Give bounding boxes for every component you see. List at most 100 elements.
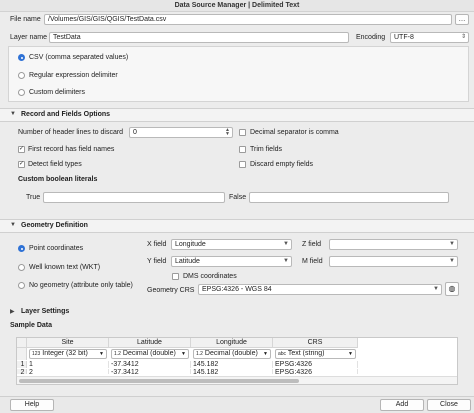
encoding-combo[interactable]: UTF-8 ⇕ bbox=[390, 32, 469, 43]
radio-point-coordinates[interactable] bbox=[18, 245, 25, 252]
type-combo[interactable]: 123 Integer (32 bit) ▼ bbox=[29, 349, 107, 359]
true-literal-input[interactable] bbox=[43, 192, 225, 203]
sample-data-title: Sample Data bbox=[10, 322, 53, 329]
y-field-combo[interactable]: Latitude ▼ bbox=[171, 256, 292, 267]
crs-selector-globe-icon[interactable]: ◍ bbox=[445, 282, 459, 296]
chevron-down-icon: ▼ bbox=[99, 351, 104, 357]
geometry-section-title: Geometry Definition bbox=[21, 222, 88, 229]
chevron-down-icon: ▼ bbox=[181, 351, 186, 357]
table-cell: 1 bbox=[27, 361, 109, 368]
collapse-triangle-icon[interactable]: ▼ bbox=[10, 222, 16, 228]
column-header[interactable]: Site bbox=[27, 338, 109, 348]
x-field-combo[interactable]: Longitude ▼ bbox=[171, 239, 292, 250]
scrollbar-thumb[interactable] bbox=[19, 379, 299, 383]
column-header[interactable]: Longitude bbox=[191, 338, 273, 348]
true-label: True bbox=[26, 194, 41, 201]
detect-types-checkbox[interactable]: ✓ bbox=[18, 161, 25, 168]
help-button[interactable]: Help bbox=[10, 399, 54, 411]
y-field-label: Y field bbox=[147, 258, 167, 265]
z-field-label: Z field bbox=[302, 241, 322, 248]
column-header[interactable]: Latitude bbox=[109, 338, 191, 348]
window-title: Data Source Manager | Delimited Text bbox=[0, 0, 474, 12]
expand-triangle-icon[interactable]: ▶ bbox=[10, 308, 15, 315]
add-button[interactable]: Add bbox=[380, 399, 424, 411]
dms-checkbox[interactable] bbox=[172, 273, 179, 280]
encoding-value: UTF-8 bbox=[394, 34, 414, 41]
decimal-type-icon: 1.2 bbox=[196, 351, 203, 357]
table-corner bbox=[17, 338, 27, 348]
file-name-label: File name bbox=[10, 16, 41, 23]
type-label: Decimal (double) bbox=[122, 350, 176, 357]
type-combo[interactable]: 1.2 Decimal (double) ▼ bbox=[193, 349, 271, 359]
custom-label: Custom delimiters bbox=[29, 89, 86, 96]
radio-csv[interactable] bbox=[18, 54, 25, 61]
horizontal-scrollbar[interactable] bbox=[17, 376, 457, 384]
table-cell: 145.182 bbox=[191, 361, 273, 368]
csv-label: CSV (comma separated values) bbox=[29, 54, 129, 61]
close-button[interactable]: Close bbox=[427, 399, 471, 411]
chevron-down-icon: ▼ bbox=[263, 351, 268, 357]
geometry-crs-label: Geometry CRS bbox=[147, 287, 195, 294]
type-combo[interactable]: abc Text (string) ▼ bbox=[275, 349, 356, 359]
type-combo[interactable]: 1.2 Decimal (double) ▼ bbox=[111, 349, 189, 359]
encoding-label: Encoding bbox=[356, 34, 386, 41]
table-cell: EPSG:4326 bbox=[273, 369, 358, 374]
radio-custom[interactable] bbox=[18, 89, 25, 96]
file-name-input[interactable]: /Volumes/GIS/GIS/QGIS/TestData.csv bbox=[44, 14, 452, 25]
type-label: Integer (32 bit) bbox=[42, 350, 88, 357]
x-field-value: Longitude bbox=[175, 241, 206, 248]
false-label: False bbox=[229, 194, 247, 201]
first-record-label: First record has field names bbox=[28, 146, 115, 153]
collapse-triangle-icon[interactable]: ▼ bbox=[10, 111, 16, 117]
crs-value: EPSG:4326 - WGS 84 bbox=[202, 286, 272, 293]
m-field-combo[interactable]: ▼ bbox=[329, 256, 458, 267]
crs-combo[interactable]: EPSG:4326 - WGS 84 ▼ bbox=[198, 284, 442, 295]
type-label: Text (string) bbox=[287, 350, 325, 357]
record-section-title: Record and Fields Options bbox=[21, 111, 111, 118]
chevron-down-icon: ▼ bbox=[449, 241, 455, 247]
table-cell: -37.3412 bbox=[109, 361, 191, 368]
chevron-down-icon: ▼ bbox=[283, 258, 289, 264]
integer-type-icon: 123 bbox=[32, 351, 41, 357]
table-cell: 2 bbox=[27, 369, 109, 374]
chevron-updown-icon: ⇕ bbox=[460, 34, 466, 40]
z-field-combo[interactable]: ▼ bbox=[329, 239, 458, 250]
m-field-label: M field bbox=[302, 258, 323, 265]
row-number: 1 bbox=[17, 361, 27, 368]
trim-fields-label: Trim fields bbox=[250, 146, 283, 153]
spin-arrows-icon[interactable]: ▲ ▼ bbox=[225, 128, 230, 137]
chevron-down-icon: ▼ bbox=[283, 241, 289, 247]
trim-fields-checkbox[interactable] bbox=[239, 146, 246, 153]
chevron-down-icon: ▼ bbox=[433, 286, 439, 292]
row-number: 2 bbox=[17, 369, 27, 374]
layer-name-label: Layer name bbox=[10, 34, 47, 41]
radio-wkt[interactable] bbox=[18, 264, 25, 271]
radio-no-geometry[interactable] bbox=[18, 282, 25, 289]
discard-empty-label: Discard empty fields bbox=[250, 161, 314, 168]
radio-regex[interactable] bbox=[18, 72, 25, 79]
layer-settings-title[interactable]: Layer Settings bbox=[21, 308, 69, 315]
header-lines-label: Number of header lines to discard bbox=[18, 129, 124, 136]
browse-button[interactable]: … bbox=[455, 14, 469, 25]
table-cell: EPSG:4326 bbox=[273, 361, 358, 368]
wkt-label: Well known text (WKT) bbox=[29, 264, 101, 271]
header-lines-spinbox[interactable]: 0 ▲ ▼ bbox=[129, 127, 233, 138]
header-lines-value: 0 bbox=[133, 129, 137, 136]
point-coordinates-label: Point coordinates bbox=[29, 245, 84, 252]
regex-label: Regular expression delimiter bbox=[29, 72, 118, 79]
chevron-down-icon: ▼ bbox=[449, 258, 455, 264]
custom-bool-title: Custom boolean literals bbox=[18, 176, 98, 183]
column-header[interactable]: CRS bbox=[273, 338, 358, 348]
no-geometry-label: No geometry (attribute only table) bbox=[29, 282, 133, 289]
text-type-icon: abc bbox=[278, 351, 287, 357]
layer-name-input[interactable]: TestData bbox=[49, 32, 349, 43]
decimal-comma-checkbox[interactable] bbox=[239, 129, 246, 136]
detect-types-label: Detect field types bbox=[28, 161, 82, 168]
dms-label: DMS coordinates bbox=[183, 273, 237, 280]
row-header bbox=[17, 348, 27, 360]
false-literal-input[interactable] bbox=[249, 192, 449, 203]
first-record-checkbox[interactable]: ✓ bbox=[18, 146, 25, 153]
discard-empty-checkbox[interactable] bbox=[239, 161, 246, 168]
y-field-value: Latitude bbox=[175, 258, 200, 265]
x-field-label: X field bbox=[147, 241, 167, 248]
